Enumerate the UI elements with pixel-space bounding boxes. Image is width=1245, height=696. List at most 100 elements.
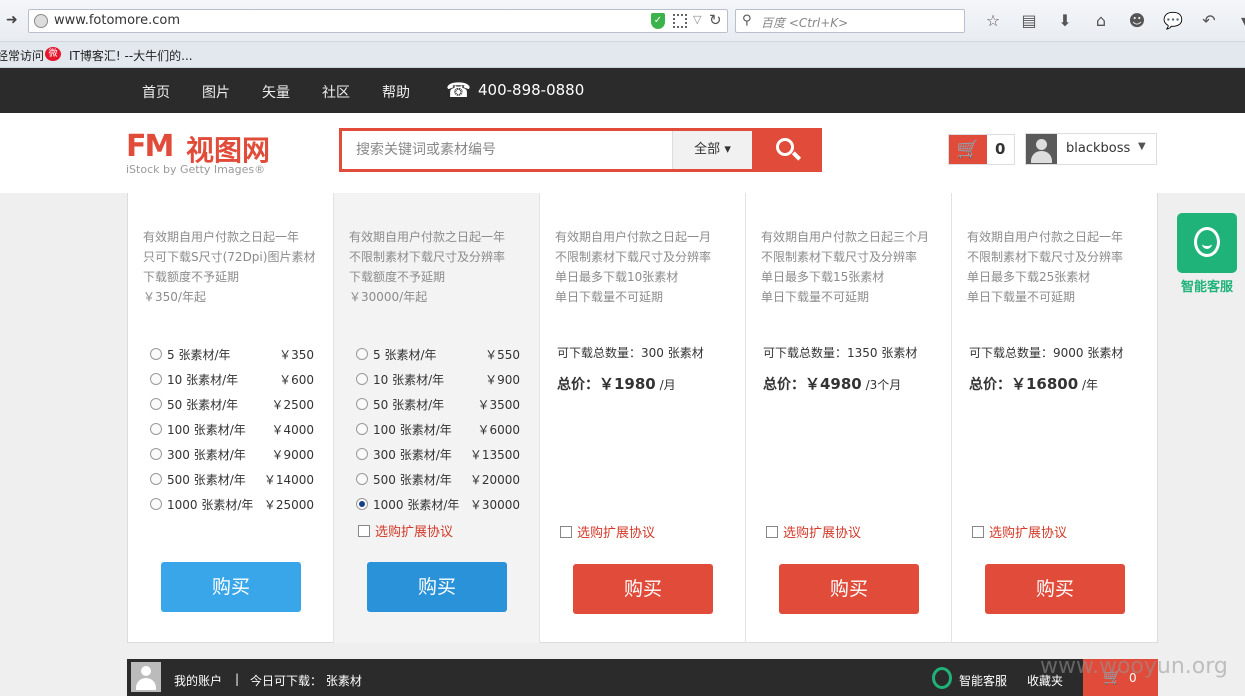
separator: |: [235, 672, 240, 686]
radio-button-checked[interactable]: [356, 498, 368, 510]
plan-option[interactable]: 500 张素材/年 ￥14000: [148, 469, 314, 494]
site-search: 全部 ▾: [339, 128, 822, 172]
radio-button[interactable]: [150, 373, 162, 385]
total-count: 可下载总数量：1350 张素材: [763, 346, 918, 360]
plan-option[interactable]: 300 张素材/年 ￥13500: [354, 444, 520, 469]
plan-options: 5 张素材/年 ￥550 10 张素材/年 ￥900 50 张素材/年 ￥3500 1…: [354, 344, 520, 519]
cart-button[interactable]: 🛒 0: [948, 134, 1015, 165]
radio-button[interactable]: [356, 348, 368, 360]
browser-search-placeholder: 百度 <Ctrl+K>: [761, 16, 849, 30]
plan-option[interactable]: 50 张素材/年 ￥3500: [354, 394, 520, 419]
nav-vectors[interactable]: 矢量: [262, 82, 290, 102]
extension-option[interactable]: 选购扩展协议: [766, 522, 861, 541]
radio-button[interactable]: [356, 423, 368, 435]
total-price: 总价：￥16800 /年: [969, 375, 1099, 393]
radio-button[interactable]: [356, 448, 368, 460]
download-icon[interactable]: ⬇: [1047, 10, 1083, 32]
shield-icon[interactable]: ✓: [651, 13, 665, 29]
user-menu[interactable]: blackboss ▼: [1025, 133, 1157, 165]
url-text[interactable]: www.fotomore.com: [54, 13, 180, 28]
plan-description: 有效期自用户付款之日起三个月 不限制素材下载尺寸及分辨率 单日最多下载15张素材…: [761, 230, 930, 304]
plan-option[interactable]: 1000 张素材/年 ￥25000: [148, 494, 314, 519]
nav-help[interactable]: 帮助: [382, 82, 410, 102]
menu-caret-icon[interactable]: ▾: [1227, 10, 1245, 32]
plan-option-selected[interactable]: 1000 张素材/年 ￥30000: [354, 494, 520, 519]
username: blackboss: [1066, 141, 1131, 156]
globe-icon: [34, 14, 48, 28]
my-account-link[interactable]: 我的账户: [174, 672, 222, 689]
customer-service-label[interactable]: 智能客服: [1174, 276, 1240, 295]
bookmark-frequent[interactable]: 经常访问: [0, 47, 44, 64]
customer-service-button[interactable]: [1177, 213, 1237, 273]
bookmark-star-icon[interactable]: ☆: [975, 10, 1011, 32]
plan-card: 有效期自用户付款之日起三个月 不限制素材下载尺寸及分辨率 单日最多下载15张素材…: [746, 193, 952, 643]
toolbar-icons: ☆ ▤ ⬇ ⌂ ☻ 💬 ↶ ▾: [975, 10, 1245, 32]
plan-option[interactable]: 100 张素材/年 ￥4000: [148, 419, 314, 444]
search-input[interactable]: [342, 131, 672, 169]
dropdown-icon[interactable]: ▽: [693, 13, 701, 26]
extension-option[interactable]: 选购扩展协议: [358, 521, 453, 540]
buy-button[interactable]: 购买: [779, 564, 919, 614]
radio-button[interactable]: [150, 498, 162, 510]
plan-option[interactable]: 10 张素材/年 ￥600: [148, 369, 314, 394]
radio-button[interactable]: [356, 473, 368, 485]
pricing-panel: 有效期自用户付款之日起一年 只可下载S尺寸(72Dpi)图片素材 下载额度不予延…: [127, 193, 1158, 643]
radio-button[interactable]: [356, 398, 368, 410]
search-icon: ⚲: [742, 13, 752, 28]
checkbox[interactable]: [766, 526, 778, 538]
plan-option[interactable]: 100 张素材/年 ￥6000: [354, 419, 520, 444]
emoji-icon[interactable]: ☻: [1119, 10, 1155, 32]
extension-option[interactable]: 选购扩展协议: [560, 522, 655, 541]
plan-option[interactable]: 5 张素材/年 ￥350: [148, 344, 314, 369]
buy-button[interactable]: 购买: [573, 564, 713, 614]
site-header: FM 视图网 iStock by Getty Images® 全部 ▾ 🛒 0 …: [0, 113, 1245, 193]
search-category-select[interactable]: 全部 ▾: [672, 131, 752, 169]
buy-button[interactable]: 购买: [985, 564, 1125, 614]
bottom-service-link[interactable]: 智能客服: [959, 672, 1007, 689]
bookmark-itblog[interactable]: IT博客汇! --大牛们的...: [69, 47, 193, 64]
reload-icon[interactable]: ↻: [709, 11, 722, 29]
buy-button[interactable]: 购买: [161, 562, 301, 612]
radio-button[interactable]: [150, 398, 162, 410]
plan-description: 有效期自用户付款之日起一月 不限制素材下载尺寸及分辨率 单日最多下载10张素材 …: [555, 230, 712, 304]
plan-option[interactable]: 10 张素材/年 ￥900: [354, 369, 520, 394]
radio-button[interactable]: [150, 448, 162, 460]
checkbox[interactable]: [560, 526, 572, 538]
site-logo[interactable]: FM 视图网 iStock by Getty Images®: [126, 129, 276, 177]
qr-code-icon[interactable]: [673, 14, 687, 28]
nav-community[interactable]: 社区: [322, 82, 350, 102]
avatar: [1026, 134, 1057, 164]
plan-option[interactable]: 500 张素材/年 ￥20000: [354, 469, 520, 494]
radio-button[interactable]: [356, 373, 368, 385]
buy-button[interactable]: 购买: [367, 562, 507, 612]
logo-subtitle: iStock by Getty Images®: [126, 163, 266, 176]
home-icon[interactable]: ⌂: [1083, 10, 1119, 32]
plan-option[interactable]: 300 张素材/年 ￥9000: [148, 444, 314, 469]
plan-card: 有效期自用户付款之日起一年 只可下载S尺寸(72Dpi)图片素材 下载额度不予延…: [128, 193, 334, 643]
reader-icon[interactable]: ▤: [1011, 10, 1047, 32]
nav-photos[interactable]: 图片: [202, 82, 230, 102]
radio-button[interactable]: [150, 473, 162, 485]
service-icon[interactable]: [932, 667, 952, 689]
browser-toolbar: ➜ www.fotomore.com ✓ ▽ ↻ ⚲ 百度 <Ctrl+K> ☆…: [0, 0, 1245, 42]
plan-option[interactable]: 50 张素材/年 ￥2500: [148, 394, 314, 419]
cart-icon: 🛒: [949, 135, 987, 164]
plan-option[interactable]: 5 张素材/年 ￥550: [354, 344, 520, 369]
checkbox[interactable]: [972, 526, 984, 538]
radio-button[interactable]: [150, 423, 162, 435]
bookmarks-bar: 经常访问 微 IT博客汇! --大牛们的...: [0, 42, 1245, 68]
logo-mark: FM: [126, 129, 174, 164]
nav-home[interactable]: 首页: [142, 82, 170, 102]
extension-option[interactable]: 选购扩展协议: [972, 522, 1067, 541]
avatar[interactable]: [131, 662, 161, 692]
forward-arrow-icon[interactable]: ➜: [6, 11, 24, 29]
address-bar[interactable]: www.fotomore.com ✓ ▽ ↻: [28, 9, 728, 33]
total-price: 总价：￥4980 /3个月: [763, 375, 902, 393]
radio-button[interactable]: [150, 348, 162, 360]
undo-icon[interactable]: ↶: [1191, 10, 1227, 32]
checkbox[interactable]: [358, 525, 370, 537]
chat-icon[interactable]: 💬: [1155, 10, 1191, 32]
plan-card: 有效期自用户付款之日起一年 不限制素材下载尺寸及分辨率 下载额度不予延期 ￥30…: [334, 193, 540, 643]
search-button[interactable]: [752, 128, 822, 172]
browser-search-box[interactable]: ⚲ 百度 <Ctrl+K>: [735, 9, 965, 33]
